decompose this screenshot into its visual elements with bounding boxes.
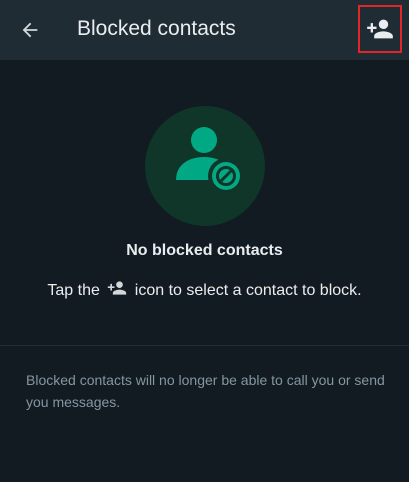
hint-text-before: Tap the: [47, 282, 100, 299]
back-button[interactable]: [14, 14, 46, 46]
blocked-person-icon: [145, 106, 265, 226]
empty-state-hint: Tap the icon to select a contact to bloc…: [40, 278, 369, 305]
hint-text-after: icon to select a contact to block.: [134, 282, 362, 299]
app-bar: Blocked contacts: [0, 0, 409, 60]
add-person-icon: [107, 278, 127, 305]
add-person-icon: [367, 19, 393, 39]
blocked-contacts-info: Blocked contacts will no longer be able …: [26, 372, 385, 410]
add-blocked-contact-button[interactable]: [358, 5, 402, 53]
page-title: Blocked contacts: [77, 17, 236, 40]
arrow-left-icon: [22, 22, 38, 38]
blocked-contacts-illustration: [145, 106, 265, 226]
empty-state-title: No blocked contacts: [126, 242, 283, 259]
divider: [0, 345, 409, 346]
